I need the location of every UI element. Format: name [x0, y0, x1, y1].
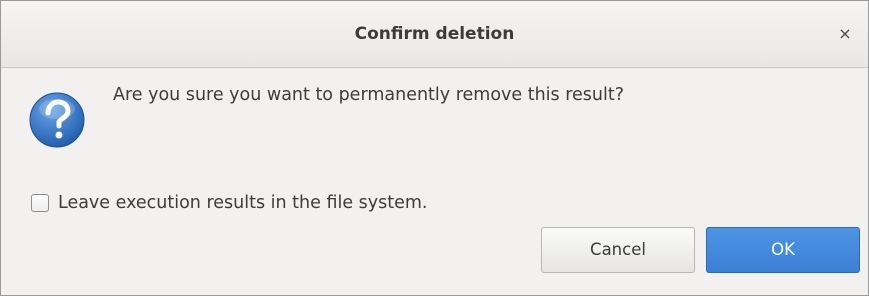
- cancel-button[interactable]: Cancel: [541, 227, 695, 273]
- close-button[interactable]: ×: [834, 23, 856, 45]
- ok-button[interactable]: OK: [706, 227, 860, 273]
- confirm-deletion-dialog: Confirm deletion × Are you sure you want…: [0, 0, 869, 296]
- close-icon: ×: [838, 24, 852, 43]
- leave-results-option[interactable]: Leave execution results in the file syst…: [31, 191, 428, 215]
- leave-results-checkbox[interactable]: [31, 194, 49, 212]
- confirmation-message: Are you sure you want to permanently rem…: [113, 85, 625, 105]
- dialog-titlebar: Confirm deletion ×: [1, 1, 868, 68]
- question-icon: [29, 92, 85, 148]
- leave-results-label[interactable]: Leave execution results in the file syst…: [58, 193, 428, 213]
- dialog-title: Confirm deletion: [354, 24, 515, 44]
